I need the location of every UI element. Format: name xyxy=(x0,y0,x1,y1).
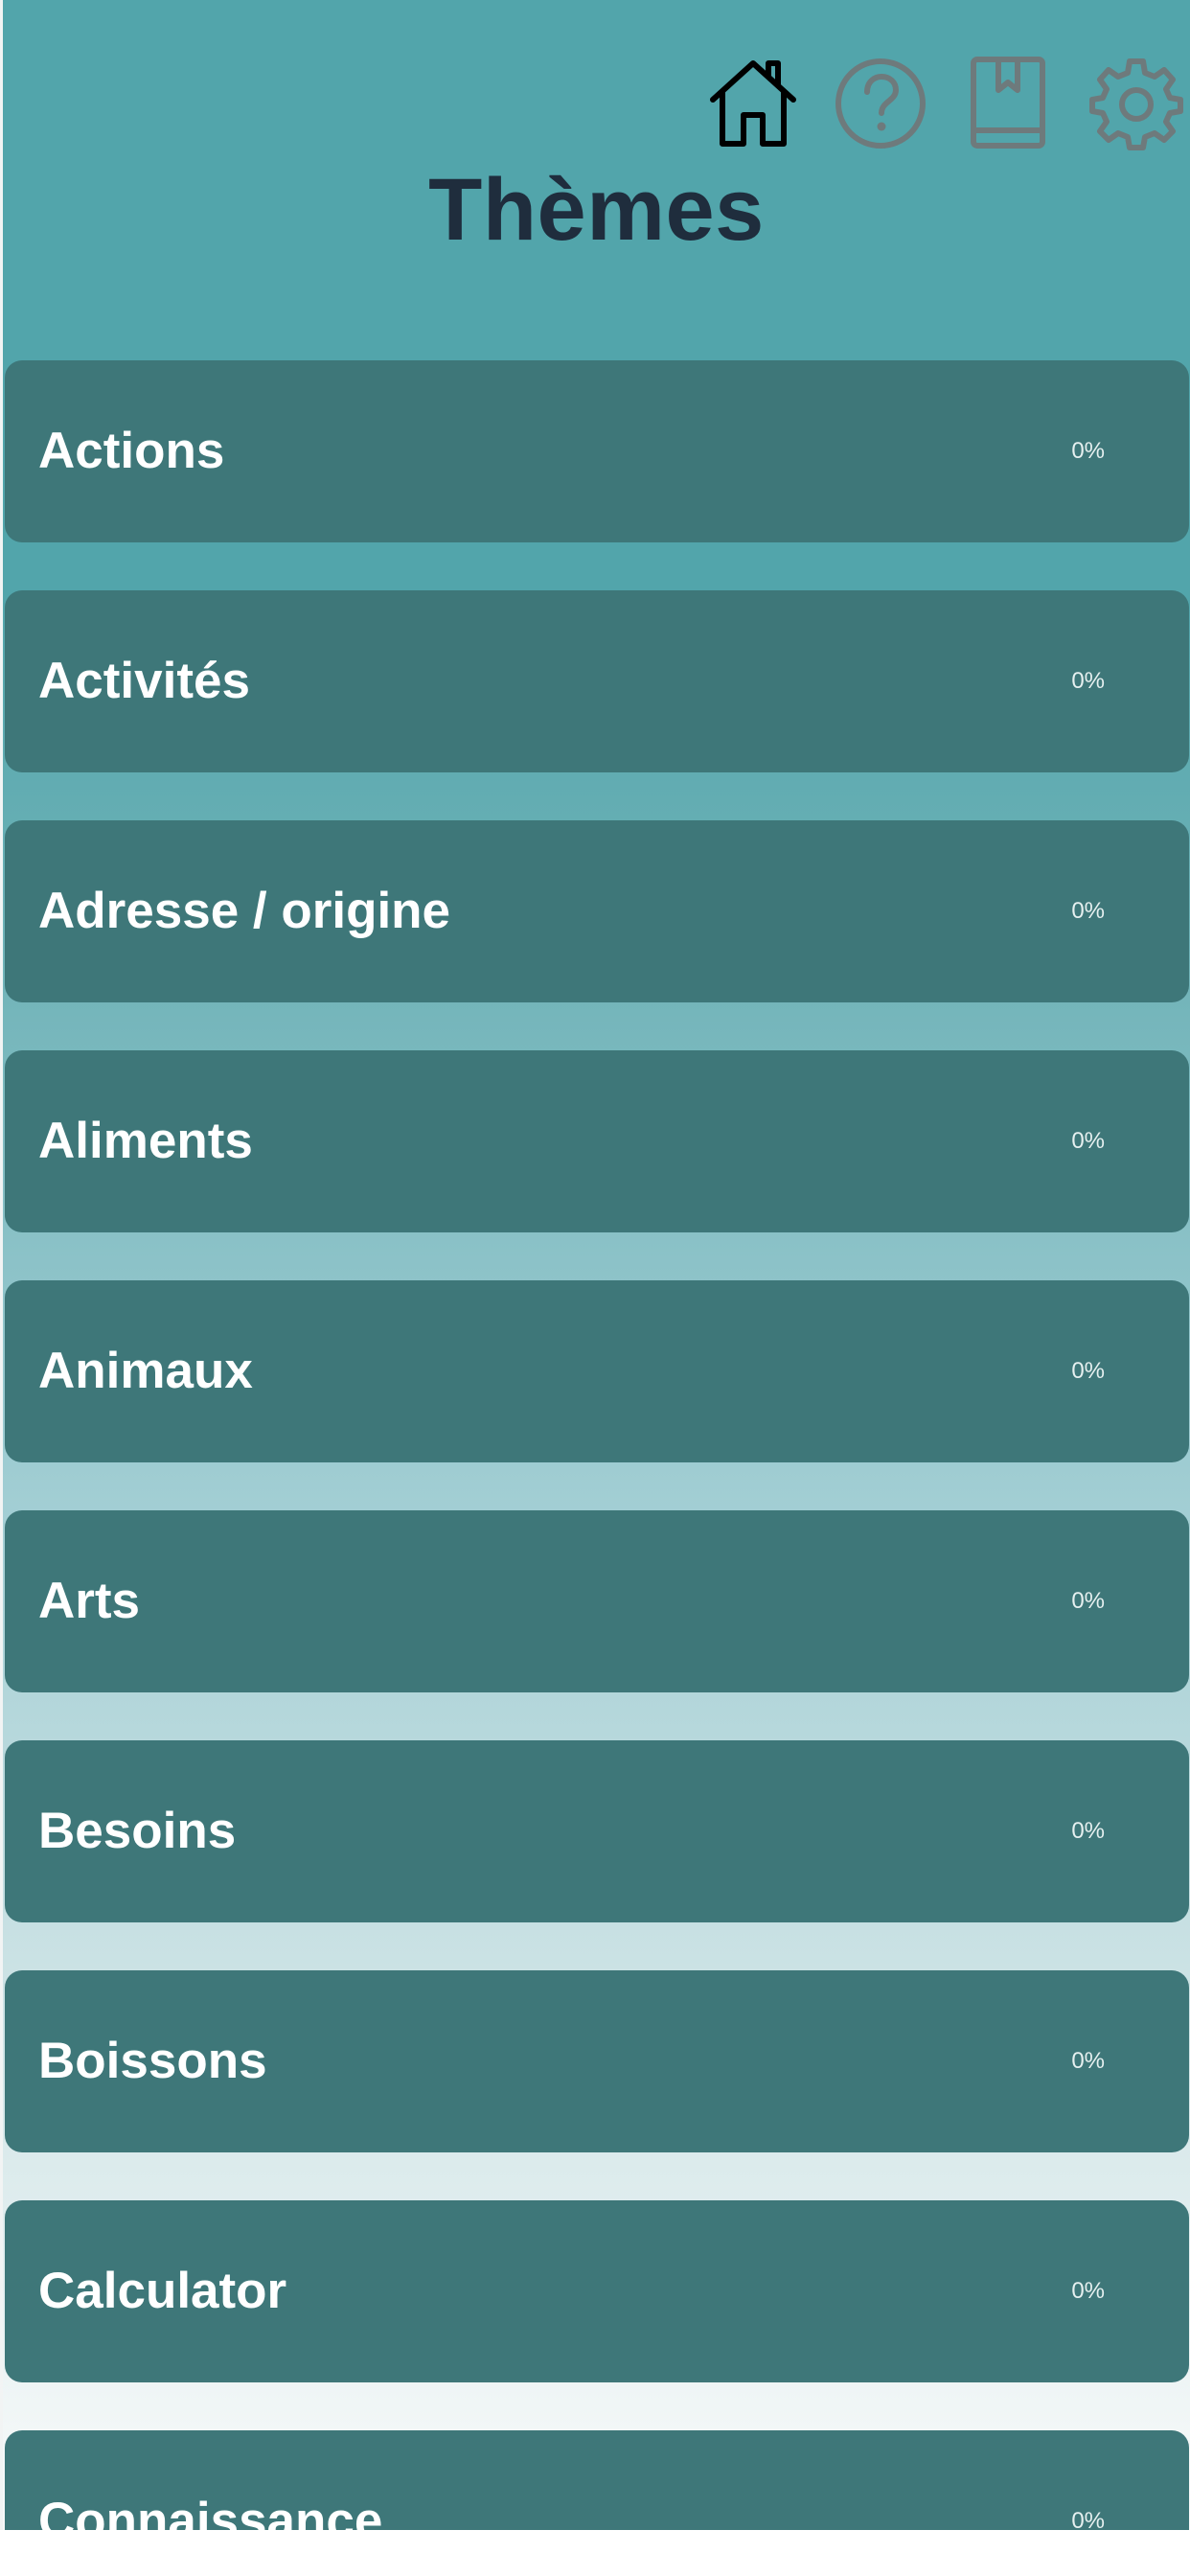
theme-list: Actions 0% Activités 0% Adresse / origin… xyxy=(5,360,1189,2530)
theme-item[interactable]: Boissons 0% xyxy=(5,1970,1189,2152)
theme-label: Calculator xyxy=(38,2263,287,2319)
theme-item[interactable]: Arts 0% xyxy=(5,1510,1189,1692)
screen-left-edge xyxy=(0,0,3,2530)
bookmark-book-icon xyxy=(971,57,1045,149)
help-circle-icon xyxy=(835,58,926,149)
theme-item[interactable]: Connaissance 0% xyxy=(5,2430,1189,2530)
theme-progress: 0% xyxy=(1071,668,1105,694)
theme-item[interactable]: Besoins 0% xyxy=(5,1740,1189,1922)
theme-progress: 0% xyxy=(1071,898,1105,924)
theme-progress: 0% xyxy=(1071,1818,1105,1844)
theme-label: Actions xyxy=(38,423,225,479)
theme-label: Animaux xyxy=(38,1343,253,1399)
home-button[interactable] xyxy=(703,54,803,153)
theme-label: Activités xyxy=(38,653,250,709)
theme-progress: 0% xyxy=(1071,2048,1105,2074)
help-button[interactable] xyxy=(831,54,930,153)
theme-progress: 0% xyxy=(1071,438,1105,464)
gear-icon xyxy=(1089,58,1183,150)
theme-item[interactable]: Adresse / origine 0% xyxy=(5,820,1189,1002)
theme-item[interactable]: Activités 0% xyxy=(5,590,1189,772)
theme-label: Adresse / origine xyxy=(38,883,451,939)
theme-item[interactable]: Aliments 0% xyxy=(5,1050,1189,1232)
theme-progress: 0% xyxy=(1071,2278,1105,2304)
theme-item[interactable]: Animaux 0% xyxy=(5,1280,1189,1462)
bookmarks-button[interactable] xyxy=(958,54,1058,153)
theme-progress: 0% xyxy=(1071,1358,1105,1384)
app-screen: Thèmes Actions 0% Activités 0% Adresse /… xyxy=(3,0,1190,2530)
theme-label: Aliments xyxy=(38,1113,253,1169)
theme-progress: 0% xyxy=(1071,1588,1105,1614)
theme-label: Boissons xyxy=(38,2033,267,2089)
theme-label: Besoins xyxy=(38,1803,237,1859)
settings-button[interactable] xyxy=(1087,54,1186,153)
bottom-safe-area xyxy=(0,2530,1190,2576)
theme-label: Arts xyxy=(38,1573,141,1629)
theme-progress: 0% xyxy=(1071,1128,1105,1154)
page-title: Thèmes xyxy=(428,161,765,259)
home-icon xyxy=(710,60,796,147)
theme-item[interactable]: Calculator 0% xyxy=(5,2200,1189,2382)
theme-item[interactable]: Actions 0% xyxy=(5,360,1189,542)
theme-progress: 0% xyxy=(1071,2508,1105,2530)
theme-label: Connaissance xyxy=(38,2493,383,2530)
